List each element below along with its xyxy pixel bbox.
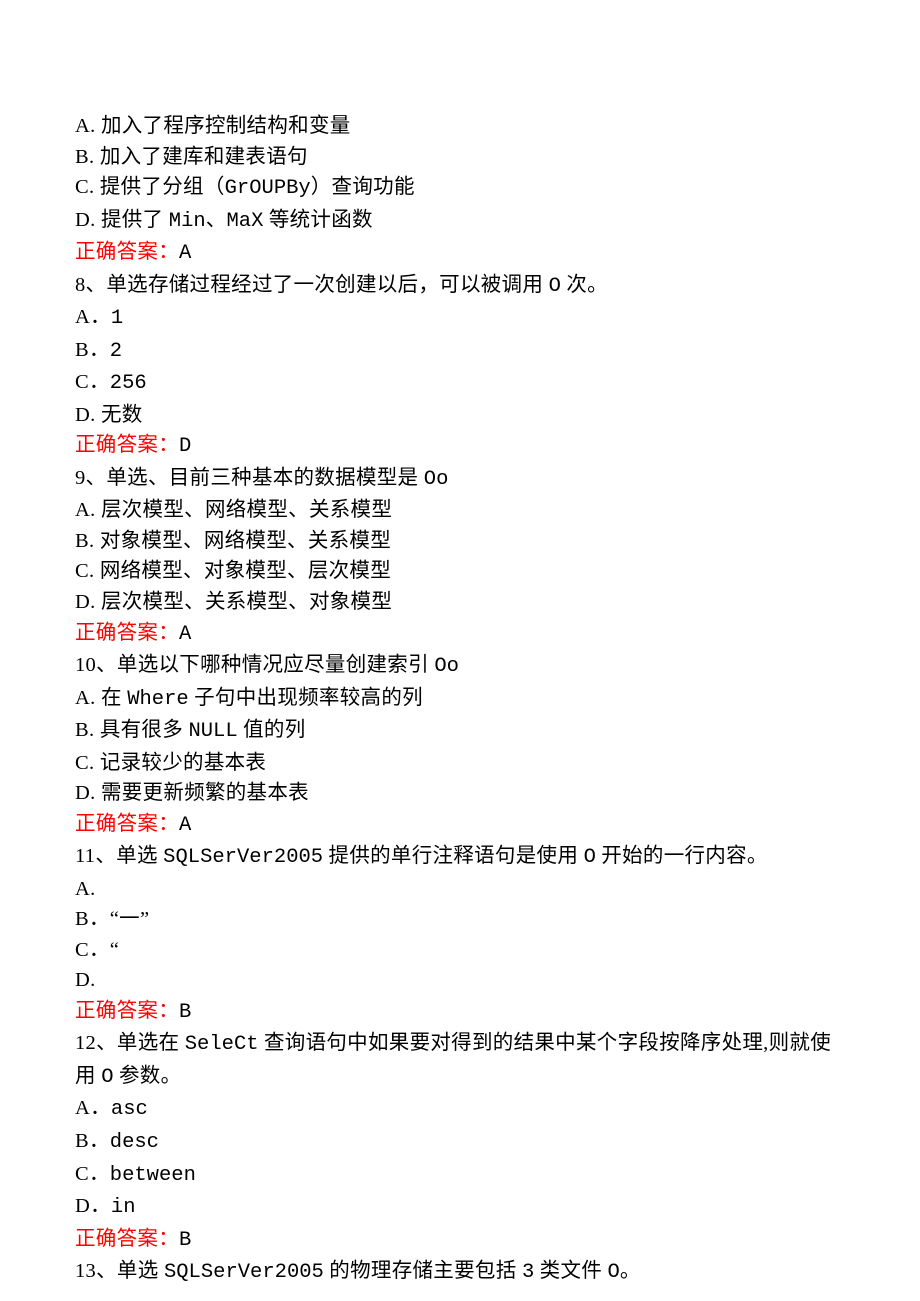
q9: 9、单选、目前三种基本的数据模型是 Oo A. 层次模型、网络模型、关系模型 B… — [75, 463, 845, 650]
q10-option-d: D. 需要更新频繁的基本表 — [75, 778, 845, 809]
answer-label: 正确答案： — [75, 813, 179, 835]
q9-stem: 9、单选、目前三种基本的数据模型是 Oo — [75, 463, 845, 496]
q11-option-d: D. — [75, 965, 845, 996]
q10-stem: 10、单选以下哪种情况应尽量创建索引 Oo — [75, 650, 845, 683]
answer-label: 正确答案： — [75, 241, 179, 263]
q7-option-c: C. 提供了分组（GrOUPBy）查询功能 — [75, 172, 845, 205]
q8-option-d: D. 无数 — [75, 400, 845, 431]
q12-option-a: A．asc — [75, 1093, 845, 1126]
q11-option-b: B．“一” — [75, 904, 845, 935]
q12-answer: 正确答案：B — [75, 1224, 845, 1257]
answer-label: 正确答案： — [75, 622, 179, 644]
q7-options: A. 加入了程序控制结构和变量 B. 加入了建库和建表语句 C. 提供了分组（G… — [75, 111, 845, 270]
q10: 10、单选以下哪种情况应尽量创建索引 Oo A. 在 Where 子句中出现频率… — [75, 650, 845, 841]
q12-option-d: D．in — [75, 1191, 845, 1224]
q8: 8、单选存储过程经过了一次创建以后，可以被调用 O 次。 A．1 B．2 C．2… — [75, 270, 845, 463]
q12-option-b: B．desc — [75, 1126, 845, 1159]
q8-option-b: B．2 — [75, 335, 845, 368]
q13-stem: 13、单选 SQLSerVer2005 的物理存储主要包括 3 类文件 O。 — [75, 1256, 845, 1289]
q10-option-b: B. 具有很多 NULL 值的列 — [75, 715, 845, 748]
q9-option-b: B. 对象模型、网络模型、关系模型 — [75, 526, 845, 557]
answer-label: 正确答案： — [75, 1228, 179, 1250]
q10-option-c: C. 记录较少的基本表 — [75, 748, 845, 779]
q13: 13、单选 SQLSerVer2005 的物理存储主要包括 3 类文件 O。 — [75, 1256, 845, 1289]
q12-stem: 12、单选在 SeleCt 查询语句中如果要对得到的结果中某个字段按降序处理,则… — [75, 1028, 845, 1093]
q11-option-c: C．“ — [75, 935, 845, 966]
q8-option-c: C．256 — [75, 367, 845, 400]
q11-answer: 正确答案：B — [75, 996, 845, 1029]
q8-stem: 8、单选存储过程经过了一次创建以后，可以被调用 O 次。 — [75, 270, 845, 303]
q12: 12、单选在 SeleCt 查询语句中如果要对得到的结果中某个字段按降序处理,则… — [75, 1028, 845, 1256]
q7-option-b: B. 加入了建库和建表语句 — [75, 142, 845, 173]
q10-answer: 正确答案：A — [75, 809, 845, 842]
q7-option-d: D. 提供了 Min、MaX 等统计函数 — [75, 205, 845, 238]
q12-option-c: C．between — [75, 1159, 845, 1192]
answer-label: 正确答案： — [75, 1000, 179, 1022]
answer-label: 正确答案： — [75, 434, 179, 456]
q11: 11、单选 SQLSerVer2005 提供的单行注释语句是使用 O 开始的一行… — [75, 841, 845, 1028]
q8-answer: 正确答案：D — [75, 430, 845, 463]
q7-option-a: A. 加入了程序控制结构和变量 — [75, 111, 845, 142]
q9-option-d: D. 层次模型、关系模型、对象模型 — [75, 587, 845, 618]
q10-option-a: A. 在 Where 子句中出现频率较高的列 — [75, 683, 845, 716]
q9-answer: 正确答案：A — [75, 618, 845, 651]
q8-option-a: A．1 — [75, 302, 845, 335]
q7-answer: 正确答案：A — [75, 237, 845, 270]
q11-option-a: A. — [75, 874, 845, 905]
q11-stem: 11、单选 SQLSerVer2005 提供的单行注释语句是使用 O 开始的一行… — [75, 841, 845, 874]
q9-option-a: A. 层次模型、网络模型、关系模型 — [75, 495, 845, 526]
q9-option-c: C. 网络模型、对象模型、层次模型 — [75, 556, 845, 587]
